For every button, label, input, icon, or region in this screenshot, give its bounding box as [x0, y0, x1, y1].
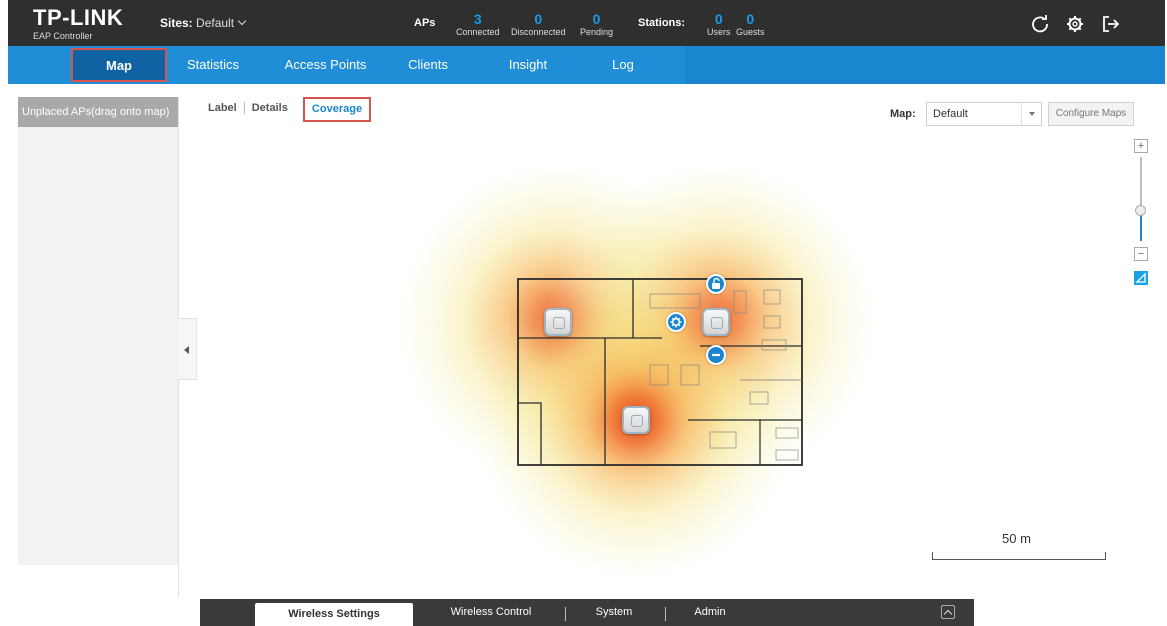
access-point-3[interactable]	[622, 406, 650, 434]
scale-label: 50 m	[1002, 531, 1031, 546]
coverage-map	[388, 152, 886, 590]
bottom-separator	[565, 607, 566, 621]
coverage-heatmap	[388, 152, 886, 590]
tab-wireless-control[interactable]: Wireless Control	[436, 599, 546, 626]
tab-wireless-settings[interactable]: Wireless Settings	[255, 603, 413, 626]
access-point-2[interactable]	[702, 308, 730, 336]
scale-bar	[932, 552, 1106, 560]
unlock-ap-button[interactable]	[706, 274, 726, 294]
minus-icon	[712, 353, 720, 357]
unlock-icon	[712, 277, 720, 289]
access-point-1[interactable]	[544, 308, 572, 336]
bottom-settings-bar: Wireless Settings Wireless Control Syste…	[200, 599, 974, 626]
remove-ap-button[interactable]	[706, 345, 726, 365]
gear-icon	[670, 316, 682, 328]
expand-panel-button[interactable]	[941, 605, 955, 619]
bottom-separator	[665, 607, 666, 621]
tab-admin[interactable]: Admin	[680, 599, 740, 626]
ap-settings-button[interactable]	[666, 312, 686, 332]
tab-system[interactable]: System	[584, 599, 644, 626]
